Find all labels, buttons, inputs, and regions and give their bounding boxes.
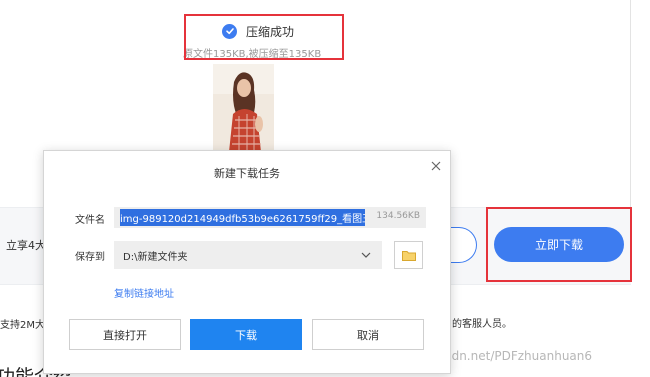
filename-label: 文件名 <box>75 215 105 226</box>
copy-link-address[interactable]: 复制链接地址 <box>114 285 174 300</box>
download-dialog: 新建下载任务 文件名 img-989120d214949dfb53b9e6261… <box>43 150 451 374</box>
download-button[interactable]: 下载 <box>190 319 302 350</box>
close-icon[interactable] <box>428 158 444 174</box>
filename-field[interactable]: img-989120d214949dfb53b9e6261759ff29_看图王… <box>114 207 426 228</box>
feature-text: 支持2M大 <box>0 320 45 331</box>
cancel-button[interactable]: 取消 <box>312 319 424 350</box>
filename-value: img-989120d214949dfb53b9e6261759ff29_看图王 <box>120 209 365 226</box>
save-path-select[interactable]: D:\新建文件夹 <box>114 241 382 269</box>
folder-icon <box>401 250 416 261</box>
chevron-down-icon <box>361 252 371 258</box>
page: 压缩成功 原文件135KB,被压缩至135KB 立享4大 立即下载 支持2M大 … <box>0 0 650 377</box>
file-size: 134.56KB <box>376 211 420 221</box>
band-text: 立享4大 <box>6 239 46 252</box>
save-path-value: D:\新建文件夹 <box>123 251 188 263</box>
download-now-button[interactable]: 立即下载 <box>494 227 624 262</box>
saveto-label: 保存到 <box>75 252 105 263</box>
highlight-box <box>184 14 344 60</box>
open-directly-button[interactable]: 直接打开 <box>69 319 181 350</box>
dialog-title: 新建下载任务 <box>214 167 280 180</box>
image-thumbnail <box>213 64 274 152</box>
browse-folder-button[interactable] <box>394 241 423 269</box>
service-text: 的客服人员。 <box>452 319 512 330</box>
